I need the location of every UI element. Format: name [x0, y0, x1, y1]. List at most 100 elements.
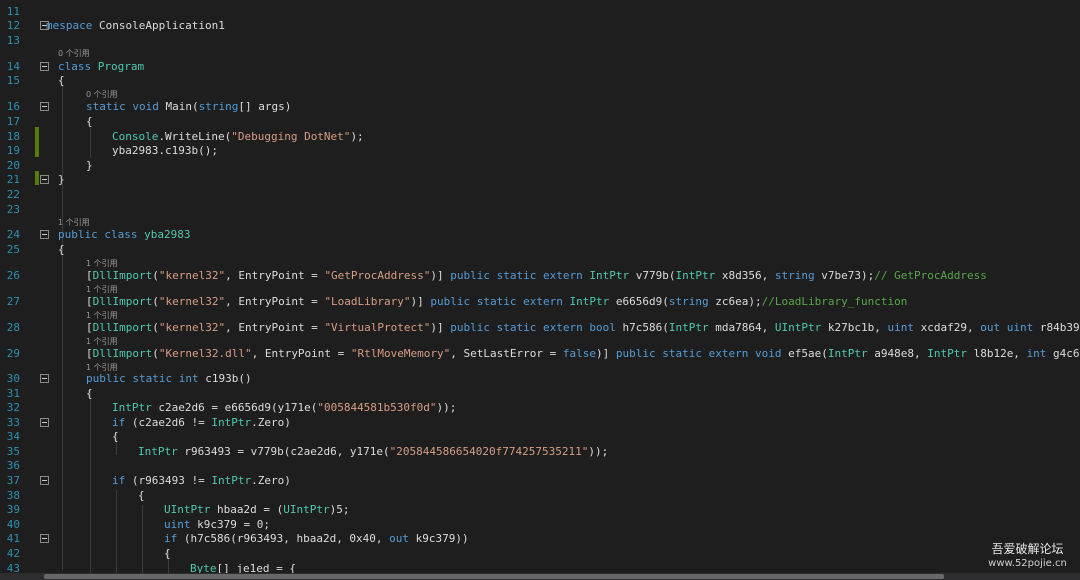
code-line[interactable]: 43 Byte[] je1ed = {: [0, 561, 1080, 573]
code-text[interactable]: if (h7c586(r963493, hbaa2d, 0x40, out k9…: [164, 531, 469, 547]
string-token: "kernel32": [158, 321, 226, 334]
code-token: [: [86, 295, 93, 308]
keyword-token: static: [496, 321, 537, 334]
line-number: 12: [6, 19, 20, 32]
line-number: 43: [6, 562, 20, 573]
code-line[interactable]: 41 if (h7c586(r963493, hbaa2d, 0x40, out …: [0, 531, 1080, 547]
code-token: (c2ae2d6 !=: [125, 416, 212, 429]
horizontal-scrollbar[interactable]: [0, 573, 1080, 580]
string-token: "VirtualProtect": [324, 321, 431, 334]
code-line[interactable]: 12 mespace ConsoleApplication1: [0, 18, 1080, 34]
type-token: IntPtr: [668, 321, 709, 334]
code-token: {: [164, 547, 171, 560]
code-line[interactable]: 42 {: [0, 546, 1080, 562]
code-line[interactable]: 37 if (r963493 != IntPtr.Zero): [0, 473, 1080, 489]
line-number: 24: [6, 228, 20, 241]
code-editor[interactable]: 11 12 mespace ConsoleApplication1 13 0 个引用 14…: [0, 0, 1080, 573]
type-token: IntPtr: [827, 347, 868, 360]
collapse-icon[interactable]: [40, 374, 49, 383]
keyword-token: string: [774, 269, 815, 282]
code-token: , EntryPoint =: [251, 347, 351, 360]
string-token: "GetProcAddress": [324, 269, 431, 282]
code-token: hbaa2d = (: [210, 503, 284, 516]
code-text[interactable]: {: [164, 546, 171, 562]
code-text[interactable]: public class yba2983: [58, 227, 190, 243]
string-token: "RtlMoveMemory": [350, 347, 451, 360]
code-text[interactable]: mespace ConsoleApplication1: [46, 18, 225, 34]
code-token: (: [152, 347, 159, 360]
collapse-icon[interactable]: [40, 230, 49, 239]
keyword-token: if: [112, 416, 126, 429]
code-token: h7c586(: [615, 321, 669, 334]
code-token: k9c379 = 0;: [190, 518, 270, 531]
code-text[interactable]: public static int c193b(): [86, 371, 252, 387]
code-text[interactable]: yba2983.c193b();: [112, 143, 218, 159]
collapse-icon[interactable]: [40, 534, 49, 543]
code-text[interactable]: {: [86, 114, 93, 130]
collapse-icon[interactable]: [40, 476, 49, 485]
code-token: c2ae2d6 = e6656d9(y171e(: [151, 401, 318, 414]
collapse-icon[interactable]: [40, 175, 49, 184]
code-text[interactable]: UIntPtr hbaa2d = (UIntPtr)5;: [164, 502, 349, 518]
scrollbar-thumb[interactable]: [44, 574, 944, 579]
code-line[interactable]: 16 static void Main(string[] args): [0, 99, 1080, 115]
code-token: l8b12e,: [966, 347, 1027, 360]
keyword-token: public: [430, 295, 471, 308]
code-token: )]: [430, 269, 451, 282]
code-token: );: [350, 130, 364, 143]
code-token: (h7c586(r963493, hbaa2d, 0x40,: [177, 532, 390, 545]
code-text[interactable]: IntPtr c2ae2d6 = e6656d9(y171e("00584458…: [112, 400, 456, 416]
code-token: {: [86, 115, 93, 128]
type-token: IntPtr: [211, 416, 252, 429]
keyword-token: int: [178, 372, 199, 385]
type-token: UIntPtr: [283, 503, 330, 516]
code-token: .Zero): [251, 416, 291, 429]
code-line[interactable]: 21}: [0, 172, 1080, 188]
code-token: {: [86, 387, 93, 400]
type-token: IntPtr: [675, 269, 716, 282]
keyword-token: public: [450, 321, 491, 334]
type-token: DllImport: [92, 347, 153, 360]
code-line[interactable]: 30 public static int c193b(): [0, 371, 1080, 387]
code-line[interactable]: 32 IntPtr c2ae2d6 = e6656d9(y171e("005844…: [0, 400, 1080, 416]
code-token: x8d356,: [715, 269, 775, 282]
code-token: (: [152, 295, 159, 308]
code-line[interactable]: 22: [0, 187, 1080, 203]
collapse-icon[interactable]: [40, 102, 49, 111]
type-token: UIntPtr: [164, 503, 211, 516]
keyword-token: static: [496, 269, 537, 282]
code-token: zc6ea);: [708, 295, 762, 308]
code-text[interactable]: if (r963493 != IntPtr.Zero): [112, 473, 291, 489]
code-token: ef5ae(: [781, 347, 828, 360]
code-text[interactable]: static void Main(string[] args): [86, 99, 291, 115]
code-text[interactable]: Byte[] je1ed = {: [190, 561, 296, 573]
keyword-token: static: [476, 295, 517, 308]
string-token: "kernel32": [158, 295, 226, 308]
collapse-icon[interactable]: [40, 418, 49, 427]
line-number: 42: [6, 547, 20, 560]
code-token: ConsoleApplication1: [92, 19, 225, 32]
code-line[interactable]: 17 {: [0, 114, 1080, 130]
type-token: yba2983: [144, 228, 191, 241]
code-text[interactable]: {: [112, 429, 119, 445]
type-token: DllImport: [92, 321, 153, 334]
code-line[interactable]: 19 yba2983.c193b();: [0, 143, 1080, 159]
code-line[interactable]: 39 UIntPtr hbaa2d = (UIntPtr)5;: [0, 502, 1080, 518]
code-text[interactable]: }: [58, 172, 65, 188]
comment-token: //LoadLibrary_function: [761, 295, 908, 308]
code-token: )]: [410, 295, 431, 308]
code-token: c193b(): [198, 372, 252, 385]
code-line[interactable]: 36: [0, 458, 1080, 474]
string-token: "kernel32": [158, 269, 226, 282]
type-token: Console: [112, 130, 159, 143]
code-token: (: [152, 269, 159, 282]
keyword-token: uint: [887, 321, 914, 334]
code-token: , EntryPoint =: [225, 269, 325, 282]
code-token: ));: [588, 445, 609, 458]
collapse-icon[interactable]: [40, 62, 49, 71]
code-line[interactable]: 24 public class yba2983: [0, 227, 1080, 243]
code-line[interactable]: 34 {: [0, 429, 1080, 445]
keyword-token: extern: [543, 321, 583, 334]
comment-token: // GetProcAddress: [874, 269, 987, 282]
